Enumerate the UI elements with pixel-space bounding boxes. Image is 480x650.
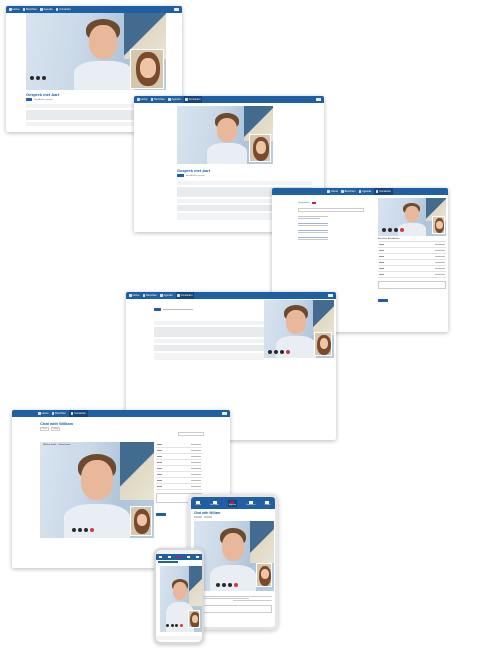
message-input[interactable] bbox=[194, 605, 272, 613]
video-call-frame bbox=[194, 521, 274, 591]
contacts-icon bbox=[375, 190, 379, 193]
video-call-frame bbox=[177, 106, 273, 164]
messages-icon bbox=[142, 294, 146, 297]
hangup-icon[interactable] bbox=[400, 228, 404, 232]
home-icon bbox=[38, 412, 41, 415]
list-item[interactable] bbox=[298, 230, 364, 233]
send-button[interactable] bbox=[156, 513, 166, 516]
send-button[interactable] bbox=[378, 299, 388, 302]
calendar-icon bbox=[160, 294, 163, 297]
contacts-icon bbox=[70, 412, 74, 415]
nav-messages[interactable]: Berichten bbox=[150, 98, 165, 101]
camera-icon[interactable] bbox=[36, 76, 40, 80]
call-controls bbox=[30, 76, 46, 80]
contacts-icon[interactable] bbox=[186, 555, 190, 559]
phone-device bbox=[154, 548, 204, 644]
contacts-icon bbox=[185, 98, 188, 101]
calendar-icon bbox=[168, 98, 171, 101]
profile-icon[interactable] bbox=[195, 555, 199, 559]
messages-icon[interactable] bbox=[168, 555, 172, 559]
contacts-icon bbox=[55, 8, 59, 11]
page-subtitle: Beeldbellen gestart bbox=[34, 98, 53, 101]
page-title: Gesprek met Aart bbox=[177, 168, 211, 173]
list-item[interactable] bbox=[298, 216, 364, 219]
message-input[interactable] bbox=[378, 281, 446, 289]
messages-icon bbox=[340, 190, 344, 193]
brand-logo bbox=[174, 7, 179, 12]
screen-icon[interactable] bbox=[42, 76, 46, 80]
contacts-icon bbox=[177, 294, 180, 297]
messages-icon bbox=[51, 412, 55, 415]
page-title: Chat with William bbox=[40, 421, 74, 426]
remote-participant bbox=[74, 17, 134, 90]
page-title: Chat with William bbox=[194, 511, 221, 515]
top-nav: Home Berichten Agenda Contacten bbox=[272, 188, 448, 195]
nav-contacts[interactable]: Contacten bbox=[183, 96, 203, 103]
nav-home[interactable]: Home bbox=[137, 98, 148, 101]
tab-video[interactable]: Video bbox=[50, 427, 61, 431]
mic-icon[interactable] bbox=[30, 76, 34, 80]
list-item[interactable] bbox=[298, 223, 364, 226]
home-icon bbox=[327, 190, 331, 193]
list-item[interactable] bbox=[298, 237, 364, 240]
search-input[interactable] bbox=[178, 432, 204, 436]
top-nav: Home Berichten Agenda Contacten bbox=[6, 6, 182, 13]
nav-contacts[interactable]: Contacten bbox=[55, 8, 71, 11]
home-icon bbox=[137, 98, 140, 101]
brand-logo bbox=[316, 97, 321, 102]
calendar-icon bbox=[40, 8, 43, 11]
tablet-nav: Home Berichten Agenda Contacten Profiel bbox=[191, 497, 275, 509]
video-call-frame bbox=[160, 566, 202, 632]
status-badge bbox=[26, 98, 32, 101]
calendar-icon[interactable] bbox=[177, 555, 181, 559]
messages-icon bbox=[22, 8, 26, 11]
top-nav: Home Berichten Contacten bbox=[12, 410, 230, 417]
home-icon[interactable] bbox=[159, 555, 163, 559]
home-icon bbox=[129, 294, 132, 297]
nav-agenda[interactable]: Agenda bbox=[168, 98, 181, 101]
nav-agenda[interactable]: Agenda bbox=[40, 8, 53, 11]
tab-chat[interactable]: Chat bbox=[40, 427, 49, 431]
self-view bbox=[130, 49, 164, 89]
calendar-icon bbox=[358, 190, 362, 193]
messages-icon bbox=[150, 98, 154, 101]
nav-home[interactable]: Home bbox=[9, 8, 20, 11]
top-nav: Home Berichten Agenda Contacten bbox=[126, 292, 336, 299]
video-call-frame bbox=[26, 13, 166, 90]
home-icon bbox=[9, 8, 12, 11]
search-input[interactable] bbox=[298, 208, 364, 212]
list-heading: Gesprekken bbox=[298, 202, 310, 204]
nav-messages[interactable]: Berichten bbox=[22, 8, 37, 11]
video-call-frame: William Smith - Joined room bbox=[40, 442, 154, 538]
top-nav: Home Berichten Agenda Contacten bbox=[134, 96, 324, 103]
